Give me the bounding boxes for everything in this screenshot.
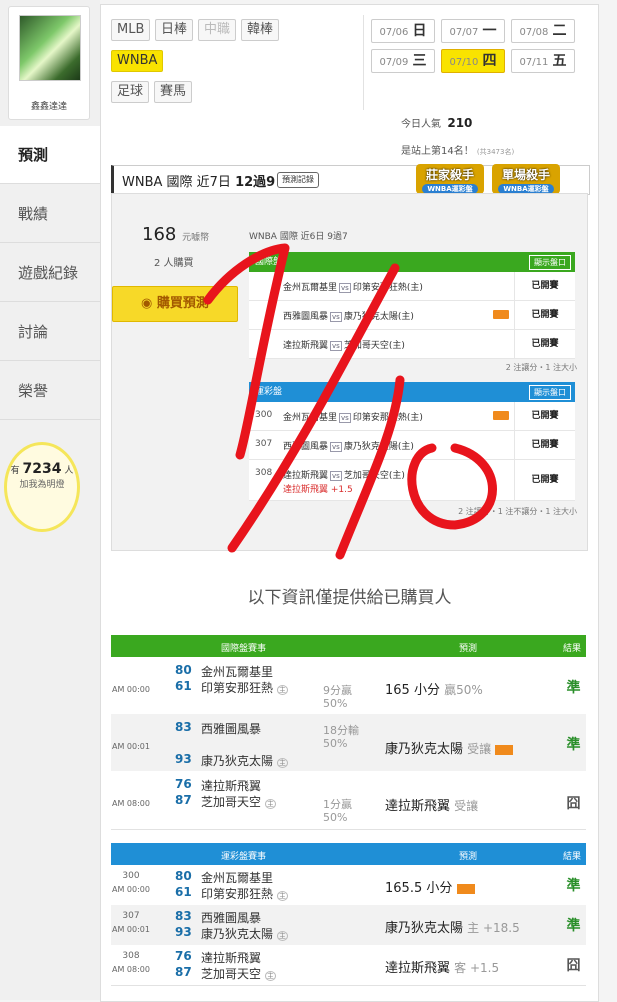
profile-card[interactable]: 鑫鑫達達 [8, 6, 90, 120]
table-row: 307 AM 00:01 83 西雅圖風暴 93 康乃狄克太陽 主 康乃狄克太陽… [111, 905, 586, 946]
list-item: 307 西雅圖風暴 vs 康乃狄克太陽(主) 已開賽 [249, 431, 575, 460]
follow-bulb-button[interactable]: 有 7234 人 加我為明燈 [4, 442, 80, 532]
table-row: AM 00:01 83 西雅圖風暴 93 康乃狄克太陽 主 18分輸 50% 康… [111, 714, 586, 772]
prediction-title: WNBA 國際 近7日 12過9 [122, 175, 276, 190]
purchase-preview: 168 元噱幣 2 人購買 ◉ 購買預測 WNBA 國際 近6日 9過7 國際盤… [111, 193, 588, 551]
prediction-record-button[interactable]: 預測記錄 [277, 172, 319, 188]
fans-prefix: 有 [10, 466, 20, 476]
tab-horse-racing[interactable]: 賽馬 [154, 81, 193, 103]
intl-line-header: 國際盤 顯示盤口 [249, 252, 575, 272]
date-0708[interactable]: 07/08 二 [511, 19, 575, 43]
list-item: 300 金州瓦爾基里 vs 印第安那狂熱(主) 已開賽 [249, 402, 575, 431]
buy-prediction-button[interactable]: ◉ 購買預測 [112, 286, 238, 322]
tab-cpbl[interactable]: 中職 [198, 19, 237, 41]
nav-predictions[interactable]: 預測 [0, 126, 100, 184]
tag-icon [493, 411, 509, 420]
date-0706[interactable]: 07/06 日 [371, 19, 435, 43]
list-item: 308 達拉斯飛翼 vs 芝加哥天空(主) 達拉斯飛翼 +1.5 已開賽 [249, 460, 575, 501]
intl-note: 2 注讓分・1 注大小 [505, 363, 577, 372]
purchase-notice: 以下資訊僅提供給已購買人 [247, 588, 452, 608]
tag-icon [493, 310, 509, 319]
list-item: 達拉斯飛翼 vs 芝加哥天空(主) 已開賽 [249, 330, 575, 359]
tag-icon [495, 744, 514, 755]
fans-suffix: 人 [64, 466, 74, 476]
price: 168 元噱幣 [142, 224, 210, 245]
tab-kbo[interactable]: 韓棒 [241, 19, 280, 41]
follow-label: 加我為明燈 [19, 480, 65, 490]
single-game-killer-badge: 單場殺手 WNBA運彩盤 [492, 164, 560, 194]
list-item: 金州瓦爾基里 vs 印第安那狂熱(主) 已開賽 [249, 272, 575, 301]
date-0711[interactable]: 07/11 五 [511, 49, 575, 73]
tag-icon [456, 883, 475, 894]
sidebar: 鑫鑫達達 預測 戰績 遊戲紀錄 討論 榮譽 有 7234 人 加我為明燈 [0, 0, 100, 1000]
tab-soccer[interactable]: 足球 [111, 81, 150, 103]
tab-mlb[interactable]: MLB [111, 19, 151, 41]
buyer-count: 2 人購買 [154, 258, 194, 269]
coin-icon: ◉ [141, 296, 157, 311]
preview-subtitle: WNBA 國際 近6日 9過7 [249, 232, 348, 242]
table-row: 300 AM 00:00 80 金州瓦爾基里 61 印第安那狂熱 主 165.5… [111, 865, 586, 906]
sport-table-header: 運彩盤賽事 預測 結果 [111, 843, 586, 865]
nav-game-log[interactable]: 遊戲紀錄 [0, 244, 100, 302]
table-row: 308 AM 08:00 76 達拉斯飛翼 87 芝加哥天空 主 達拉斯飛翼 客… [111, 945, 586, 986]
nav-record[interactable]: 戰績 [0, 185, 100, 243]
prediction-title-bar: WNBA 國際 近7日 12過9 預測記錄 莊家殺手 WNBA運彩盤 單場殺手 WN… [111, 164, 590, 195]
list-item: 西雅圖風暴 vs 康乃狄克太陽(主) 已開賽 [249, 301, 575, 330]
table-row: AM 00:00 80 金州瓦爾基里 61 印第安那狂熱 主 9分贏 50% 1… [111, 657, 586, 715]
nav-honors[interactable]: 榮譽 [0, 362, 100, 420]
avatar[interactable] [19, 15, 81, 81]
main-panel: MLB 日棒 中職 韓棒 WNBA 足球 賽馬 07/06 日 07/07 一 … [100, 4, 599, 1002]
tab-wnba[interactable]: WNBA [111, 50, 164, 72]
fans-count: 7234 [22, 461, 62, 477]
show-odds-button[interactable]: 顯示盤口 [529, 385, 571, 400]
show-odds-button[interactable]: 顯示盤口 [529, 255, 571, 270]
popularity: 今日人氣 210 [401, 116, 473, 130]
intl-table-header: 國際盤賽事 預測 結果 [111, 635, 586, 657]
sport-note: 2 注讓分・1 注不讓分・1 注大小 [458, 507, 577, 516]
sport-lottery-header: 運彩盤 顯示盤口 [249, 382, 575, 402]
bookmaker-killer-badge: 莊家殺手 WNBA運彩盤 [416, 164, 484, 194]
site-rank: 是站上第14名！ (共3473名) [401, 146, 515, 157]
profile-name: 鑫鑫達達 [30, 102, 67, 112]
tab-npb[interactable]: 日棒 [155, 19, 194, 41]
nav-discussion[interactable]: 討論 [0, 303, 100, 361]
date-0709[interactable]: 07/09 三 [371, 49, 435, 73]
date-0707[interactable]: 07/07 一 [441, 19, 505, 43]
date-0710[interactable]: 07/10 四 [441, 49, 505, 73]
table-row: AM 08:00 76 達拉斯飛翼 87 芝加哥天空 主 1分贏 50% 達拉斯… [111, 771, 586, 830]
